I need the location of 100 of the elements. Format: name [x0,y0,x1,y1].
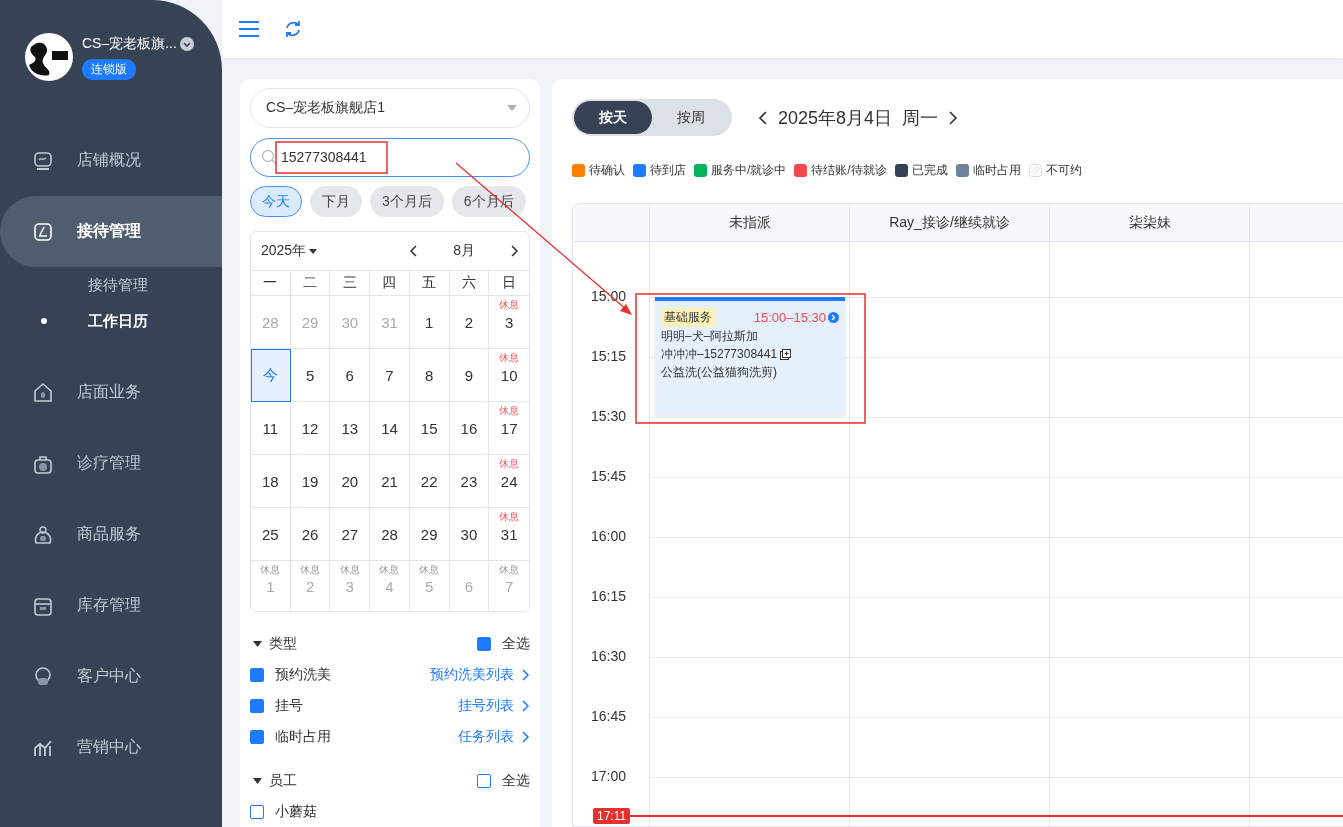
day-note: 休息 [498,298,521,312]
calendar-day[interactable]: 19 [290,455,331,508]
nav-item[interactable]: 库存管理 [0,570,222,641]
calendar-day[interactable]: 休息 3 [489,296,529,349]
range-button[interactable]: 下月 [310,186,362,217]
owner-info: 冲冲冲–15277308441 [661,346,778,363]
edition-badge: 连锁版 [82,59,136,80]
list-link[interactable]: 任务列表 [458,727,530,746]
nav-item[interactable]: 诊疗管理 [0,428,222,499]
calendar-day[interactable]: 23 [449,455,490,508]
list-link[interactable]: 挂号列表 [458,696,530,715]
previous-month-icon[interactable] [409,245,418,257]
view-tab[interactable]: 按天 [574,101,652,134]
calendar-day[interactable]: 7 [370,349,410,402]
calendar-day[interactable]: 20 [330,455,371,508]
day-note: 休息 [299,563,322,577]
chevron-right-icon [522,699,530,712]
view-tab[interactable]: 按周 [652,101,730,134]
previous-day-icon[interactable] [758,109,768,126]
time-label: 16:15 [591,588,627,604]
legend-label: 不可约 [1045,162,1082,179]
calendar-day[interactable]: 27 [330,508,371,561]
calendar-day[interactable]: 28 [370,508,410,561]
refresh-icon[interactable] [284,20,302,38]
day-note: 休息 [498,404,521,418]
select-all-checkbox[interactable]: 全选 [477,771,530,790]
calendar-day[interactable]: 25 [251,508,291,561]
calendar-day[interactable]: 休息 10 [489,349,529,402]
list-link[interactable]: 预约洗美列表 [430,665,530,684]
next-month-icon[interactable] [511,245,519,257]
calendar-day[interactable]: 30 [449,508,490,561]
arrow-right-icon[interactable] [828,312,839,323]
appointment-card[interactable]: 基础服务 15:00–15:30 明明–犬–阿拉斯加 冲冲冲–15277308441 公益洗(公益猫狗洗剪) [655,297,845,415]
legend-label: 临时占用 [972,162,1021,179]
legend-label: 待确认 [589,162,625,179]
calendar-day[interactable]: 6 [330,349,371,402]
calendar-day[interactable]: 2 [449,296,490,349]
house-icon [32,381,54,404]
year-select[interactable]: 2025年 [261,242,318,260]
chevron-right-icon [522,668,530,681]
time-label: 17:00 [591,768,627,784]
dropdown-icon[interactable] [179,37,194,51]
calendar-day[interactable]: 22 [409,455,450,508]
caret-icon [309,248,318,254]
filter-checkbox[interactable]: 挂号 [250,696,303,715]
submenu-item[interactable]: 接待管理 [0,267,222,303]
nav-item[interactable]: 接待管理 [0,196,222,267]
weekday-label: 五 [409,271,450,296]
calendar-day[interactable]: 13 [330,402,371,455]
calendar-day[interactable]: 16 [449,402,490,455]
weekday-label: 二 [290,271,331,296]
menu-icon[interactable] [238,20,260,38]
calendar-day[interactable]: 8 [409,349,450,402]
calendar-day[interactable]: 21 [370,455,410,508]
nav-item[interactable]: 客户中心 [0,641,222,712]
calendar-day[interactable]: 12 [290,402,331,455]
calendar-day[interactable]: 休息 24 [489,455,529,508]
caret-icon[interactable] [253,640,262,647]
caret-icon[interactable] [253,777,262,784]
nav-item[interactable]: 营销中心 [0,712,222,783]
day-note: 休息 [498,457,521,471]
nav-item[interactable]: 店面业务 [0,357,222,428]
calendar-day[interactable]: 今 [251,349,291,402]
copy-icon[interactable] [780,348,792,360]
filter-checkbox[interactable]: 预约洗美 [250,665,331,684]
range-button[interactable]: 6个月后 [451,186,526,217]
group-title: 类型 [269,634,297,653]
filter-checkbox[interactable]: 临时占用 [250,727,331,746]
range-button[interactable]: 3个月后 [370,186,444,217]
monitor-icon [32,149,54,172]
month-label: 8月 [453,242,475,260]
calendar-day[interactable]: 休息 31 [489,508,529,561]
calendar-day[interactable]: 14 [370,402,410,455]
calendar-day[interactable]: 9 [449,349,490,402]
store-name: CS–宠老板旗... [82,35,177,53]
calendar-day[interactable]: 18 [251,455,291,508]
next-day-icon[interactable] [948,109,959,126]
time-label: 16:30 [591,648,627,664]
weekday-label: 三 [330,271,371,296]
legend-label: 待结账/待就诊 [811,162,887,179]
time-label: 15:45 [591,468,627,484]
submenu-item[interactable]: 工作日历 [0,303,222,339]
calendar-day[interactable]: 15 [409,402,450,455]
service-tag: 基础服务 [661,308,715,327]
calendar-day[interactable]: 5 [290,349,331,402]
group-title: 员工 [269,771,297,790]
weekday-label: 六 [449,271,490,296]
calendar-day[interactable]: 1 [409,296,450,349]
time-label: 16:45 [591,708,627,724]
nav-item[interactable]: 店铺概况 [0,125,222,196]
filter-checkbox[interactable]: 小蘑菇 [250,802,317,821]
calendar-day[interactable]: 29 [409,508,450,561]
time-label: 16:00 [591,528,627,544]
select-all-checkbox[interactable]: 全选 [477,634,530,653]
legend-label: 待到店 [650,162,686,179]
calendar-day[interactable]: 26 [290,508,331,561]
nav-item[interactable]: 商品服务 [0,499,222,570]
calendar-day[interactable]: 休息 17 [489,402,529,455]
calendar-day[interactable]: 11 [251,402,291,455]
weekday-label: 一 [251,271,291,296]
